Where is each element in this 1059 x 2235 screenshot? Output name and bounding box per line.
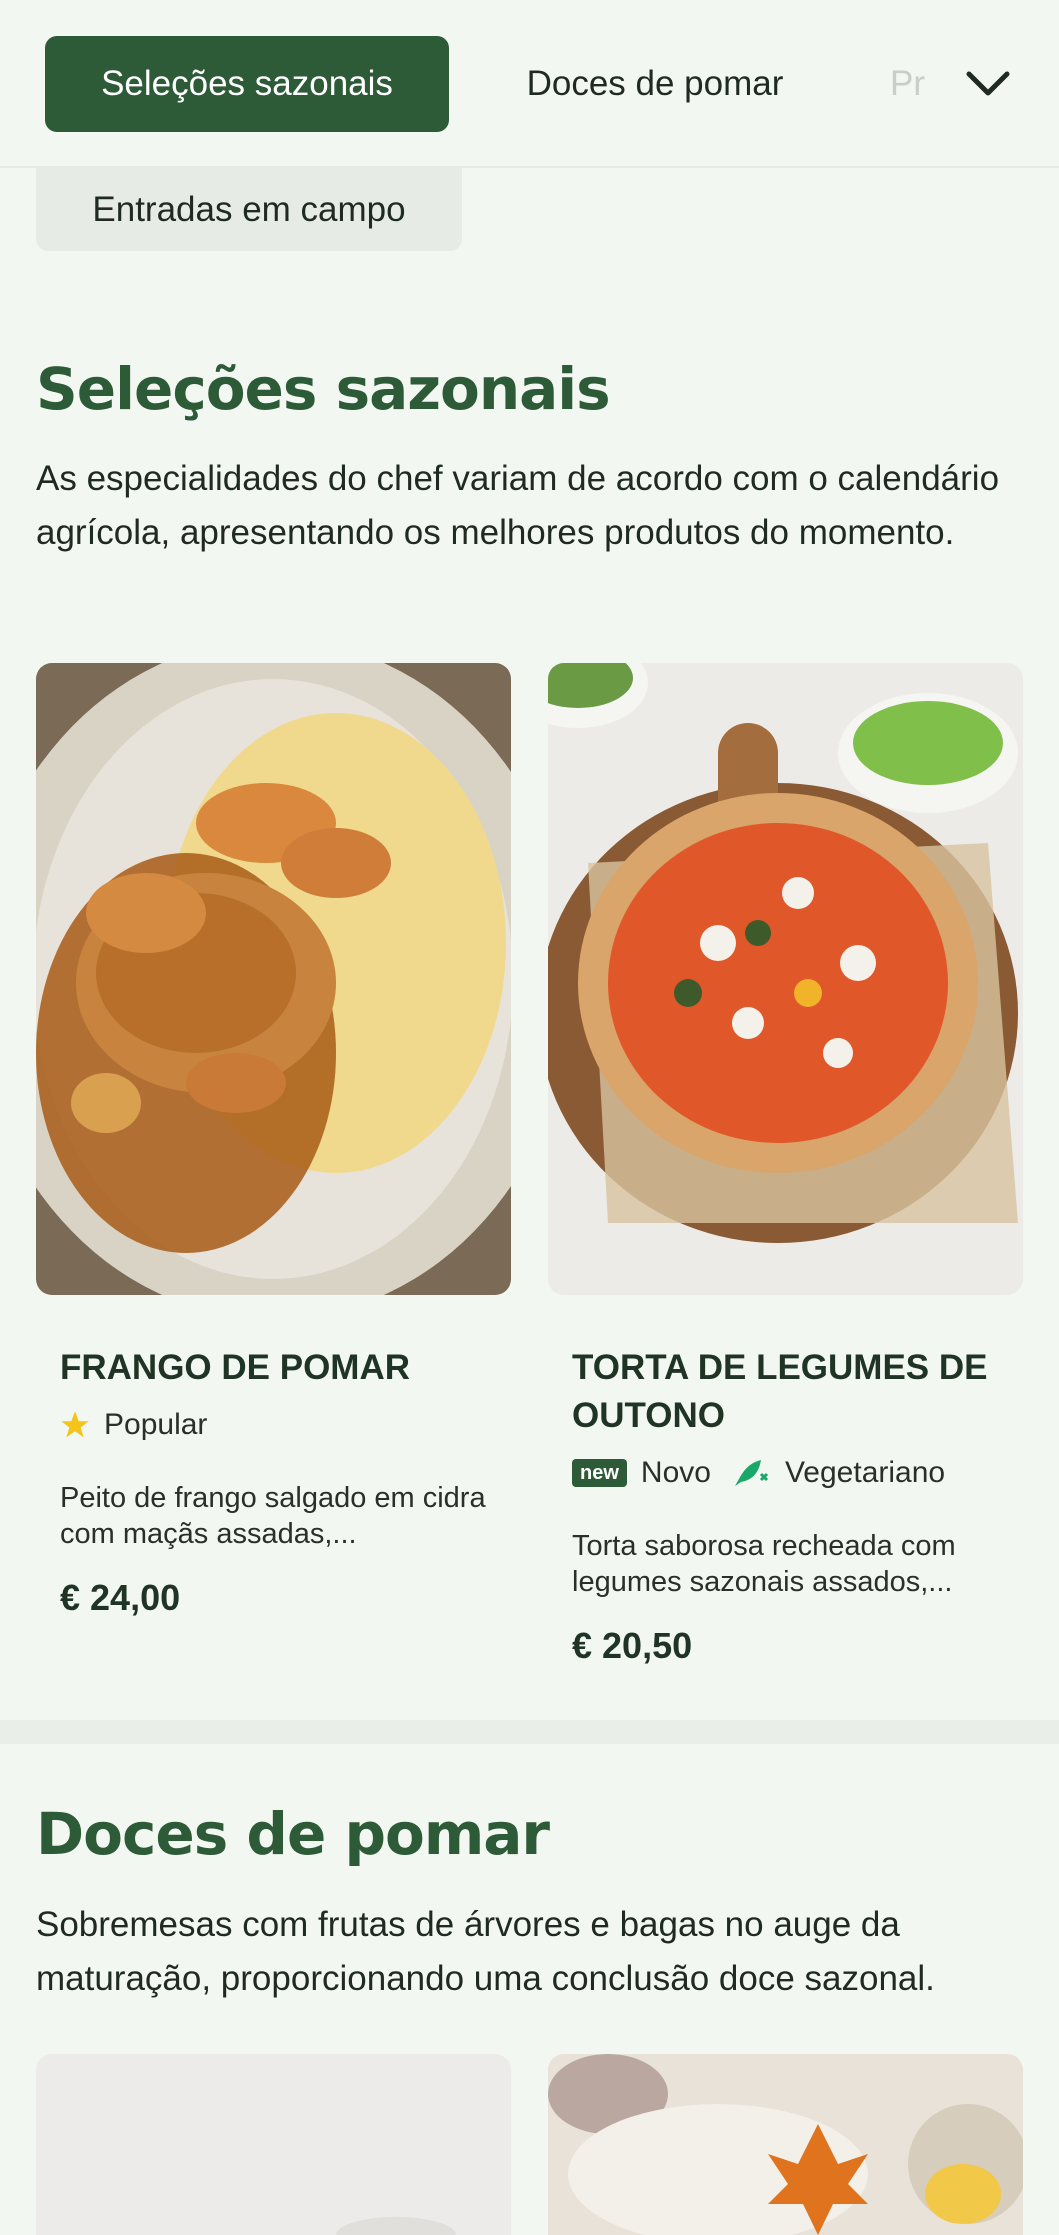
badge-label: Novo (640, 1456, 711, 1489)
dish-image-torta[interactable] (548, 663, 1023, 1295)
section-divider (0, 1720, 1059, 1744)
section-title: Seleções sazonais (36, 355, 611, 423)
dish-price: € 20,50 (572, 1625, 693, 1666)
tab-entradas-em-campo[interactable]: Entradas em campo (36, 168, 462, 251)
dish-description: Peito de frango salgado em cidra com maç… (60, 1482, 486, 1550)
tab-label: Doces de pomar (526, 64, 784, 103)
tab-label: Entradas em campo (92, 189, 406, 229)
tab-label: Seleções sazonais (101, 64, 393, 103)
section-title: Doces de pomar (36, 1800, 550, 1868)
badge-row: Popular (60, 1408, 207, 1442)
category-nav: Seleções sazonais Doces de pomar Pr (0, 0, 1059, 168)
badge-label: Vegetariano (784, 1456, 946, 1489)
section-description: As especialidades do chef variam de acor… (36, 459, 1000, 552)
dessert-image-2[interactable] (548, 2054, 1023, 2235)
dessert-image-1[interactable] (36, 2054, 511, 2235)
dish-image-frango[interactable] (36, 663, 511, 1295)
badge-label: Popular (104, 1408, 208, 1441)
star-icon (60, 1410, 90, 1440)
dish-price: € 24,00 (60, 1577, 181, 1618)
section-description: Sobremesas com frutas de árvores e bagas… (36, 1905, 935, 1998)
dish-description: Torta saborosa recheada com legumes sazo… (572, 1530, 956, 1598)
badge-row: new Novo Vegetariano (572, 1456, 945, 1490)
tab-partial[interactable]: Pr (890, 36, 940, 132)
leaf-icon (731, 1456, 771, 1490)
tab-doces-de-pomar[interactable]: Doces de pomar (490, 36, 820, 132)
tab-label: Pr (890, 64, 925, 103)
dish-title[interactable]: TORTA DE LEGUMES DE OUTONO (572, 1344, 1012, 1440)
chevron-down-icon[interactable] (962, 60, 1014, 108)
new-badge: new (572, 1459, 627, 1487)
tab-selecoes-sazonais[interactable]: Seleções sazonais (45, 36, 449, 132)
dish-title[interactable]: FRANGO DE POMAR (60, 1344, 500, 1392)
